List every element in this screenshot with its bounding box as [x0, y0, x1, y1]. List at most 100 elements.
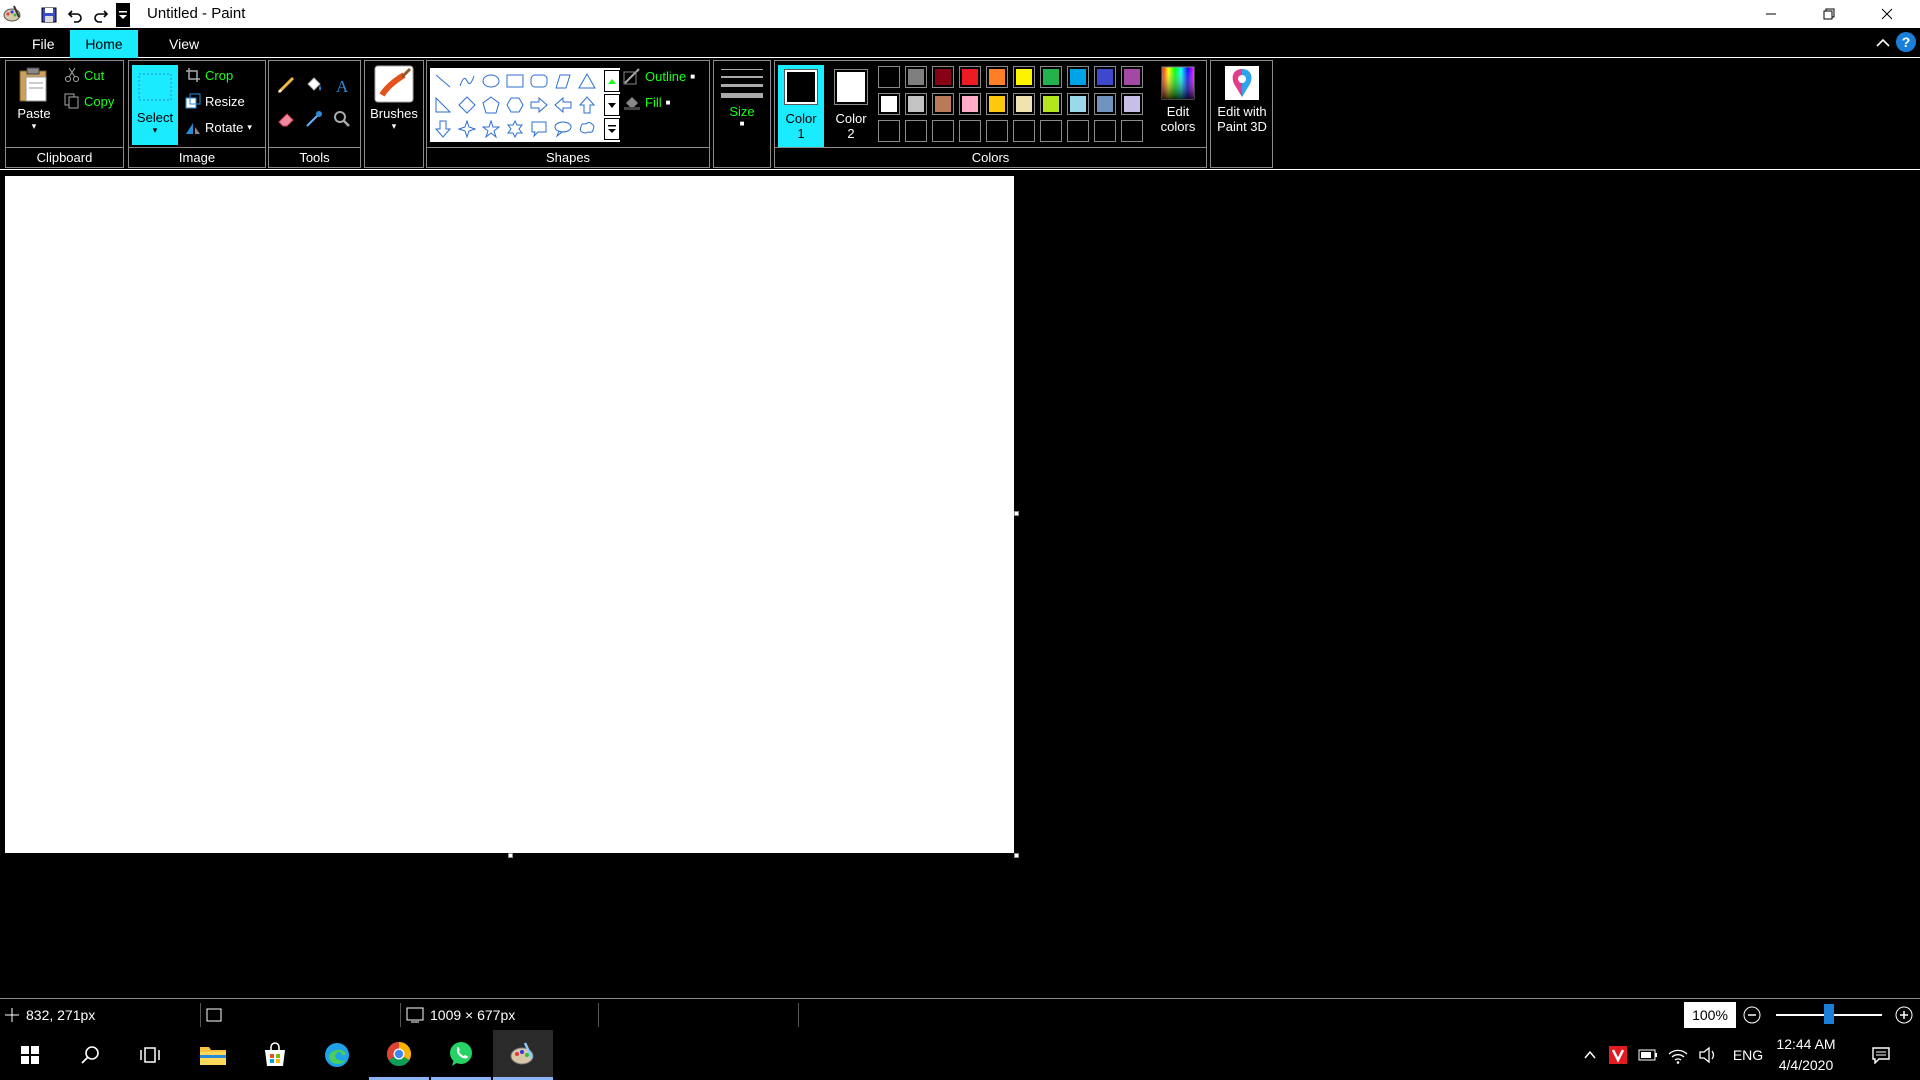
edit-with-paint3d-button[interactable]: Edit with Paint 3D: [1213, 65, 1271, 134]
tab-home[interactable]: Home: [70, 30, 138, 58]
taskbar-file-explorer[interactable]: [183, 1030, 243, 1080]
zoom-slider-thumb[interactable]: [1824, 1004, 1834, 1024]
brushes-dropdown-icon[interactable]: ▾: [368, 121, 420, 132]
color-picker-icon[interactable]: [301, 107, 327, 131]
select-dropdown-icon[interactable]: ▾: [132, 125, 178, 136]
palette-swatch[interactable]: [1094, 66, 1116, 88]
text-tool-icon[interactable]: A: [329, 73, 355, 97]
taskbar-store[interactable]: [245, 1030, 305, 1080]
minimize-button[interactable]: [1742, 0, 1800, 28]
taskbar-paint[interactable]: [493, 1030, 553, 1080]
size-dropdown-icon[interactable]: ■: [717, 119, 767, 128]
six-point-star-shape-icon[interactable]: [504, 118, 526, 140]
palette-swatch[interactable]: [932, 93, 954, 115]
palette-swatch[interactable]: [905, 66, 927, 88]
polygon-shape-icon[interactable]: [552, 70, 574, 92]
paint-app-icon[interactable]: [2, 4, 22, 24]
edit-colors-button[interactable]: Edit colors: [1153, 65, 1203, 134]
tray-network[interactable]: [1666, 1030, 1690, 1080]
close-button[interactable]: [1858, 0, 1916, 28]
custom-color-slot[interactable]: [1013, 120, 1035, 142]
palette-swatch[interactable]: [1121, 66, 1143, 88]
zoom-level[interactable]: 100%: [1684, 1002, 1736, 1028]
select-button[interactable]: Select ▾: [132, 65, 178, 145]
custom-color-slot[interactable]: [986, 120, 1008, 142]
outline-button[interactable]: Outline ■: [623, 67, 695, 85]
fill-button[interactable]: Fill ■: [623, 93, 670, 111]
five-point-star-shape-icon[interactable]: [480, 118, 502, 140]
size-button[interactable]: Size ■: [717, 67, 767, 128]
rounded-rectangle-shape-icon[interactable]: [528, 70, 550, 92]
help-button[interactable]: ?: [1896, 32, 1916, 52]
shapes-scroll-down-icon[interactable]: [604, 94, 620, 116]
fill-dropdown-icon[interactable]: ■: [666, 98, 671, 107]
palette-swatch[interactable]: [1013, 93, 1035, 115]
custom-color-slot[interactable]: [959, 120, 981, 142]
palette-swatch[interactable]: [1121, 93, 1143, 115]
shapes-gallery[interactable]: [430, 68, 620, 142]
tray-volume[interactable]: [1696, 1030, 1720, 1080]
shapes-expand-icon[interactable]: [604, 118, 620, 140]
tray-battery[interactable]: [1636, 1030, 1660, 1080]
pencil-icon[interactable]: [273, 73, 299, 97]
redo-icon[interactable]: [88, 3, 114, 27]
rotate-button[interactable]: Rotate ▾: [185, 119, 252, 135]
right-triangle-shape-icon[interactable]: [432, 94, 454, 116]
taskbar-edge[interactable]: [307, 1030, 367, 1080]
resize-button[interactable]: Resize: [185, 93, 245, 109]
color2-button[interactable]: Color 2: [828, 65, 874, 141]
rounded-callout-shape-icon[interactable]: [528, 118, 550, 140]
taskbar-chrome[interactable]: [369, 1030, 429, 1080]
palette-swatch[interactable]: [932, 66, 954, 88]
oval-callout-shape-icon[interactable]: [552, 118, 574, 140]
palette-swatch[interactable]: [1067, 93, 1089, 115]
paste-button[interactable]: Paste ▾: [10, 67, 58, 132]
custom-color-slot[interactable]: [1121, 120, 1143, 142]
crop-button[interactable]: Crop: [185, 67, 233, 83]
custom-color-slot[interactable]: [878, 120, 900, 142]
palette-swatch[interactable]: [986, 93, 1008, 115]
custom-color-slot[interactable]: [1040, 120, 1062, 142]
oval-shape-icon[interactable]: [480, 70, 502, 92]
paste-dropdown-icon[interactable]: ▾: [10, 121, 58, 132]
palette-swatch[interactable]: [986, 66, 1008, 88]
undo-icon[interactable]: [62, 3, 88, 27]
taskbar-whatsapp[interactable]: [431, 1030, 491, 1080]
cut-button[interactable]: Cut: [64, 67, 104, 83]
color1-button[interactable]: Color 1: [778, 65, 824, 147]
down-arrow-shape-icon[interactable]: [432, 118, 454, 140]
diamond-shape-icon[interactable]: [456, 94, 478, 116]
eraser-icon[interactable]: [273, 107, 299, 131]
line-shape-icon[interactable]: [432, 70, 454, 92]
palette-swatch[interactable]: [1040, 66, 1062, 88]
canvas-resize-handle-right[interactable]: [1014, 511, 1019, 516]
tab-view[interactable]: View: [153, 30, 215, 58]
palette-swatch[interactable]: [1067, 66, 1089, 88]
palette-swatch[interactable]: [1013, 66, 1035, 88]
copy-button[interactable]: Copy: [64, 93, 114, 109]
magnifier-icon[interactable]: [329, 107, 355, 131]
collapse-ribbon-icon[interactable]: [1874, 34, 1892, 52]
hexagon-shape-icon[interactable]: [504, 94, 526, 116]
up-arrow-shape-icon[interactable]: [576, 94, 598, 116]
palette-swatch[interactable]: [1040, 93, 1062, 115]
rotate-dropdown-icon[interactable]: ▾: [247, 122, 252, 133]
canvas-resize-handle-corner[interactable]: [1014, 853, 1019, 858]
zoom-out-icon[interactable]: [1743, 1006, 1761, 1024]
curve-shape-icon[interactable]: [456, 70, 478, 92]
search-button[interactable]: [60, 1030, 120, 1080]
brushes-button[interactable]: Brushes ▾: [368, 65, 420, 132]
drawing-canvas[interactable]: [5, 176, 1014, 853]
rectangle-shape-icon[interactable]: [504, 70, 526, 92]
taskbar-clock[interactable]: 12:44 AM 4/4/2020: [1754, 1034, 1858, 1076]
zoom-in-icon[interactable]: [1895, 1006, 1913, 1024]
palette-swatch[interactable]: [878, 66, 900, 88]
start-button[interactable]: [0, 1030, 60, 1080]
tray-antivirus[interactable]: [1606, 1030, 1630, 1080]
task-view-button[interactable]: [120, 1030, 180, 1080]
outline-dropdown-icon[interactable]: ■: [690, 72, 695, 81]
show-hidden-icons[interactable]: [1578, 1030, 1602, 1080]
tab-file[interactable]: File: [16, 30, 71, 58]
custom-color-slot[interactable]: [1094, 120, 1116, 142]
canvas-workspace[interactable]: [0, 171, 1920, 998]
